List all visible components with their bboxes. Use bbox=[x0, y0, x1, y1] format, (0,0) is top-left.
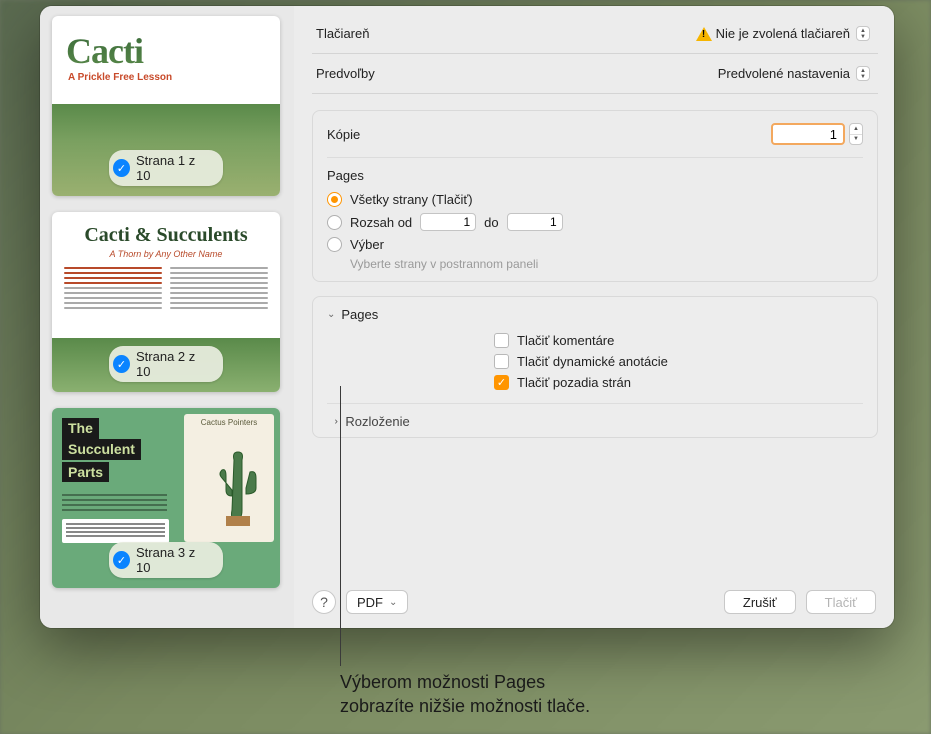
stepper-up-icon[interactable]: ▲ bbox=[850, 124, 862, 135]
printer-popup[interactable]: Nie je zvolená tlačiareň ▲▼ bbox=[712, 26, 874, 41]
printer-label: Tlačiareň bbox=[316, 26, 369, 41]
thumb1-subtitle: A Prickle Free Lesson bbox=[68, 72, 280, 83]
print-button[interactable]: Tlačiť bbox=[806, 590, 876, 614]
checkbox-icon[interactable]: ✓ bbox=[494, 375, 509, 390]
callout-text: Výberom možnosti Pages zobrazíte nižšie … bbox=[340, 670, 590, 719]
app-pages-heading: Pages bbox=[341, 307, 378, 322]
thumbnail-page-1[interactable]: Cacti A Prickle Free Lesson ✓ Strana 1 z… bbox=[52, 16, 280, 196]
radio-icon[interactable] bbox=[327, 192, 342, 207]
radio-selection[interactable]: Výber bbox=[327, 234, 863, 255]
copies-label: Kópie bbox=[327, 127, 360, 142]
copies-row: Kópie ▲ ▼ bbox=[327, 123, 863, 158]
dialog-bottom-bar: ? PDF ⌄ Zrušiť Tlačiť bbox=[312, 576, 878, 616]
thumb2-text-cols bbox=[52, 259, 280, 312]
chevron-down-icon: ⌄ bbox=[327, 309, 335, 320]
thumb3-badge-label: Strana 3 z 10 bbox=[136, 545, 209, 575]
radio-selection-label: Výber bbox=[350, 237, 384, 252]
printer-value: Nie je zvolená tlačiareň bbox=[716, 26, 850, 41]
radio-range-to-label: do bbox=[484, 215, 498, 230]
thumb1-badge: ✓ Strana 1 z 10 bbox=[109, 150, 223, 186]
thumb3-badge: ✓ Strana 3 z 10 bbox=[109, 542, 223, 578]
thumb3-title2: Succulent bbox=[62, 439, 141, 460]
check-print-comments[interactable]: Tlačiť komentáre bbox=[327, 330, 863, 351]
cancel-label: Zrušiť bbox=[743, 595, 777, 610]
radio-all-pages[interactable]: Všetky strany (Tlačiť) bbox=[327, 189, 863, 210]
radio-range-from-label: Rozsah od bbox=[350, 215, 412, 230]
app-pages-options: ⌄ Pages Tlačiť komentáre Tlačiť dynamick… bbox=[312, 296, 878, 438]
checkmark-icon: ✓ bbox=[113, 355, 130, 373]
help-icon: ? bbox=[320, 594, 328, 610]
callout-leader-line bbox=[340, 386, 341, 666]
callout-line1: Výberom možnosti Pages bbox=[340, 672, 545, 692]
thumb1-badge-label: Strana 1 z 10 bbox=[136, 153, 209, 183]
print-comments-label: Tlačiť komentáre bbox=[517, 333, 614, 348]
help-button[interactable]: ? bbox=[312, 590, 336, 614]
app-pages-disclosure[interactable]: ⌄ Pages bbox=[327, 307, 863, 322]
warning-icon bbox=[696, 27, 712, 41]
layout-heading: Rozloženie bbox=[345, 414, 409, 429]
thumb2-subtitle: A Thorn by Any Other Name bbox=[52, 249, 280, 259]
thumb2-badge-label: Strana 2 z 10 bbox=[136, 349, 209, 379]
cactus-icon bbox=[212, 450, 262, 530]
presets-popup[interactable]: Predvolené nastavenia ▲▼ bbox=[714, 66, 874, 81]
pages-heading: Pages bbox=[327, 168, 863, 183]
print-annotations-label: Tlačiť dynamické anotácie bbox=[517, 354, 668, 369]
thumb3-right-title: Cactus Pointers bbox=[184, 418, 274, 427]
thumb3-title3: Parts bbox=[62, 462, 109, 482]
thumb2-badge: ✓ Strana 2 z 10 bbox=[109, 346, 223, 382]
pdf-menu-button[interactable]: PDF ⌄ bbox=[346, 590, 408, 614]
chevron-down-icon: ⌄ bbox=[389, 597, 397, 608]
print-label: Tlačiť bbox=[825, 595, 857, 610]
cancel-button[interactable]: Zrušiť bbox=[724, 590, 796, 614]
check-print-backgrounds[interactable]: ✓ Tlačiť pozadia strán bbox=[327, 372, 863, 393]
thumb2-title: Cacti & Succulents bbox=[52, 224, 280, 247]
presets-label: Predvoľby bbox=[316, 66, 375, 81]
copies-input[interactable] bbox=[771, 123, 845, 145]
callout-line2: zobrazíte nižšie možnosti tlače. bbox=[340, 696, 590, 716]
selection-hint: Vyberte strany v postrannom paneli bbox=[350, 257, 863, 271]
range-to-input[interactable] bbox=[507, 213, 563, 231]
check-print-annotations[interactable]: Tlačiť dynamické anotácie bbox=[327, 351, 863, 372]
print-backgrounds-label: Tlačiť pozadia strán bbox=[517, 375, 631, 390]
page-thumbnail-sidebar[interactable]: Cacti A Prickle Free Lesson ✓ Strana 1 z… bbox=[40, 6, 294, 628]
thumbnail-page-2[interactable]: Cacti & Succulents A Thorn by Any Other … bbox=[52, 212, 280, 392]
layout-disclosure[interactable]: ⌄ Rozloženie bbox=[327, 403, 863, 429]
thumb1-title: Cacti bbox=[66, 30, 280, 72]
checkbox-icon[interactable] bbox=[494, 333, 509, 348]
print-options-pane: Tlačiareň Nie je zvolená tlačiareň ▲▼ Pr… bbox=[294, 6, 894, 628]
range-from-input[interactable] bbox=[420, 213, 476, 231]
radio-icon[interactable] bbox=[327, 215, 342, 230]
thumb3-right-card: Cactus Pointers bbox=[184, 414, 274, 542]
chevrons-up-down-icon: ▲▼ bbox=[856, 66, 870, 81]
chevrons-up-down-icon: ▲▼ bbox=[856, 26, 870, 41]
checkmark-icon: ✓ bbox=[113, 159, 130, 177]
printer-row: Tlačiareň Nie je zvolená tlačiareň ▲▼ bbox=[312, 20, 878, 54]
copies-pages-section: Kópie ▲ ▼ Pages Všetky strany (Tlačiť) R… bbox=[312, 110, 878, 282]
radio-icon[interactable] bbox=[327, 237, 342, 252]
presets-row: Predvoľby Predvolené nastavenia ▲▼ bbox=[312, 54, 878, 94]
copies-stepper[interactable]: ▲ ▼ bbox=[849, 123, 863, 145]
checkbox-icon[interactable] bbox=[494, 354, 509, 369]
print-dialog: Cacti A Prickle Free Lesson ✓ Strana 1 z… bbox=[40, 6, 894, 628]
pdf-label: PDF bbox=[357, 595, 383, 610]
radio-range[interactable]: Rozsah od do bbox=[327, 210, 863, 234]
thumbnail-page-3[interactable]: The Succulent Parts Cactus Pointers ✓ bbox=[52, 408, 280, 588]
checkmark-icon: ✓ bbox=[113, 551, 130, 569]
stepper-down-icon[interactable]: ▼ bbox=[850, 135, 862, 145]
radio-all-label: Všetky strany (Tlačiť) bbox=[350, 192, 473, 207]
thumb3-title1: The bbox=[62, 418, 99, 439]
presets-value: Predvolené nastavenia bbox=[718, 66, 850, 81]
